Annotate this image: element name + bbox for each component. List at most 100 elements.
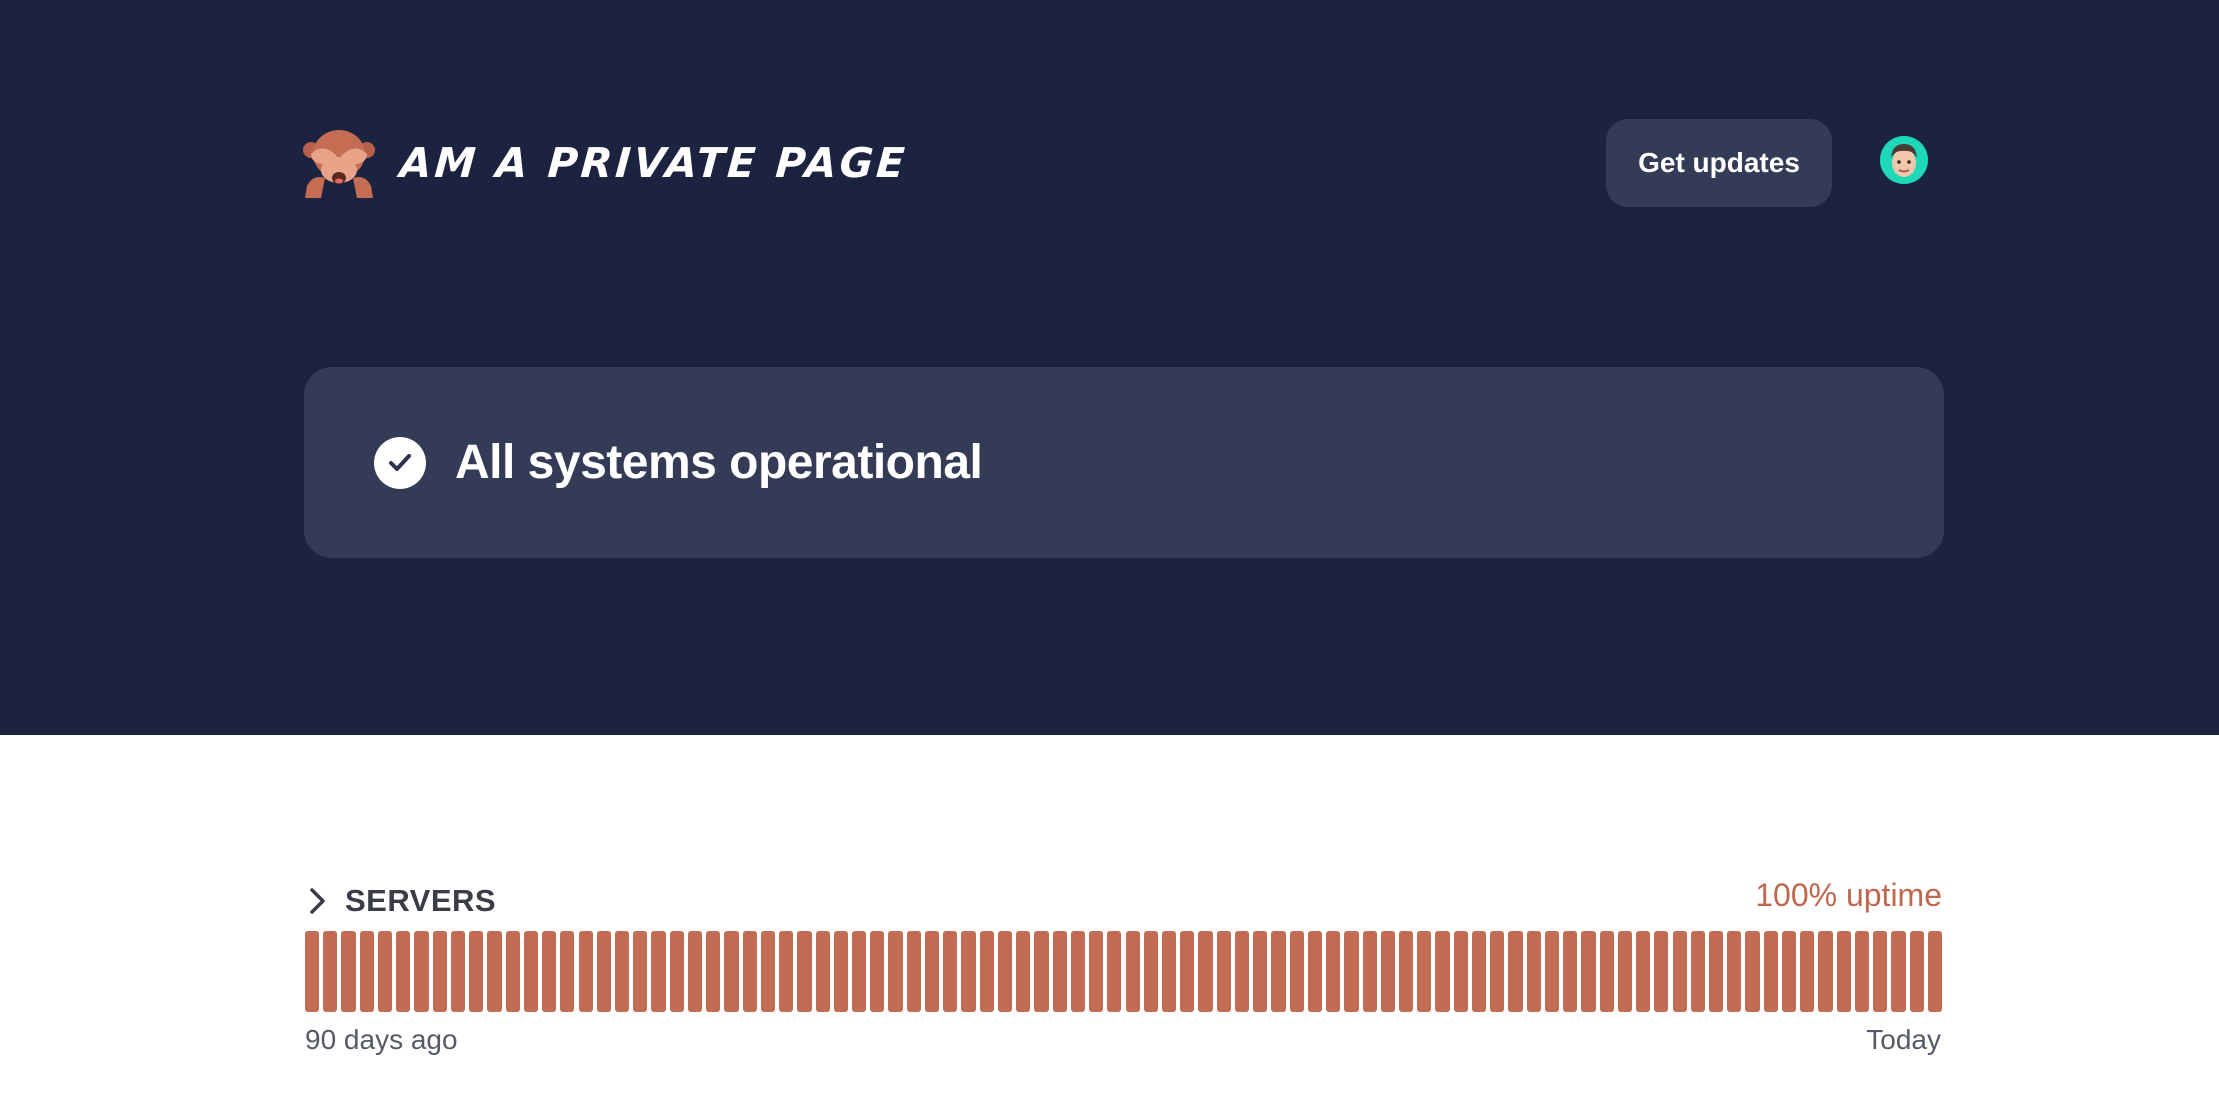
uptime-day-bar[interactable] — [469, 931, 484, 1012]
uptime-day-bar[interactable] — [669, 931, 684, 1012]
uptime-day-bar[interactable] — [1326, 931, 1341, 1012]
uptime-day-bar[interactable] — [760, 931, 776, 1012]
uptime-day-bar[interactable] — [815, 931, 830, 1012]
uptime-day-bar[interactable] — [1362, 931, 1377, 1012]
uptime-day-bar[interactable] — [1873, 931, 1888, 1012]
uptime-day-bar[interactable] — [1307, 931, 1323, 1012]
uptime-day-bar[interactable] — [888, 931, 903, 1012]
uptime-day-bar[interactable] — [1344, 931, 1359, 1012]
uptime-day-bar[interactable] — [1745, 931, 1760, 1012]
uptime-day-bar[interactable] — [1891, 931, 1906, 1012]
uptime-day-bar[interactable] — [1016, 931, 1031, 1012]
uptime-day-bar[interactable] — [1380, 931, 1395, 1012]
uptime-day-bar[interactable] — [1690, 931, 1705, 1012]
uptime-day-bar[interactable] — [414, 931, 429, 1012]
uptime-day-bar[interactable] — [377, 931, 393, 1012]
uptime-day-bar[interactable] — [1654, 931, 1669, 1012]
uptime-day-bar[interactable] — [1180, 931, 1195, 1012]
uptime-day-bar[interactable] — [432, 931, 447, 1012]
uptime-day-bar[interactable] — [1708, 931, 1724, 1012]
status-banner: All systems operational — [304, 367, 1944, 558]
uptime-day-bar[interactable] — [1526, 931, 1541, 1012]
uptime-day-bar[interactable] — [633, 931, 648, 1012]
uptime-day-bar[interactable] — [1271, 931, 1286, 1012]
uptime-day-bar[interactable] — [1471, 931, 1487, 1012]
uptime-day-bar[interactable] — [979, 931, 994, 1012]
uptime-day-bar[interactable] — [578, 931, 593, 1012]
uptime-day-bar[interactable] — [1909, 931, 1924, 1012]
uptime-day-bar[interactable] — [305, 931, 320, 1012]
uptime-day-bar[interactable] — [1781, 931, 1797, 1012]
uptime-day-bar[interactable] — [323, 931, 338, 1012]
uptime-day-bar[interactable] — [997, 931, 1013, 1012]
uptime-day-bar[interactable] — [724, 931, 739, 1012]
uptime-day-bar[interactable] — [523, 931, 539, 1012]
uptime-day-bar[interactable] — [1399, 931, 1414, 1012]
group-header-servers[interactable]: SERVERS 100% uptime — [305, 877, 1942, 920]
uptime-day-bar[interactable] — [1107, 931, 1122, 1012]
get-updates-button[interactable]: Get updates — [1606, 119, 1832, 207]
uptime-day-bar[interactable] — [906, 931, 921, 1012]
uptime-day-bar[interactable] — [487, 931, 502, 1012]
uptime-day-bar[interactable] — [943, 931, 958, 1012]
uptime-day-bar[interactable] — [706, 931, 721, 1012]
uptime-day-bar[interactable] — [852, 931, 867, 1012]
uptime-day-bar[interactable] — [542, 931, 557, 1012]
uptime-day-bar[interactable] — [560, 931, 575, 1012]
brand[interactable]: AM A PRIVATE PAGE — [303, 128, 910, 198]
uptime-day-bar[interactable] — [1617, 931, 1633, 1012]
uptime-day-bar[interactable] — [1599, 931, 1614, 1012]
uptime-day-bar[interactable] — [1581, 931, 1596, 1012]
uptime-day-bar[interactable] — [1672, 931, 1687, 1012]
uptime-day-bar[interactable] — [1453, 931, 1468, 1012]
uptime-day-bar[interactable] — [1034, 931, 1049, 1012]
uptime-day-bar[interactable] — [1636, 931, 1651, 1012]
uptime-day-bar[interactable] — [396, 931, 411, 1012]
uptime-day-bar[interactable] — [1854, 931, 1870, 1012]
chevron-right-icon[interactable] — [305, 886, 331, 916]
uptime-day-bar[interactable] — [961, 931, 976, 1012]
uptime-day-bar[interactable] — [1417, 931, 1432, 1012]
uptime-bar-chart — [305, 931, 1942, 1012]
uptime-day-bar[interactable] — [1818, 931, 1833, 1012]
uptime-day-bar[interactable] — [1289, 931, 1304, 1012]
memoji-avatar-icon[interactable] — [1880, 136, 1928, 184]
uptime-day-bar[interactable] — [1435, 931, 1450, 1012]
uptime-day-bar[interactable] — [1563, 931, 1578, 1012]
uptime-day-bar[interactable] — [1143, 931, 1158, 1012]
uptime-day-bar[interactable] — [505, 931, 520, 1012]
uptime-day-bar[interactable] — [1216, 931, 1231, 1012]
uptime-day-bar[interactable] — [1544, 931, 1560, 1012]
uptime-day-bar[interactable] — [450, 931, 466, 1012]
uptime-day-bar[interactable] — [779, 931, 794, 1012]
uptime-day-bar[interactable] — [833, 931, 848, 1012]
uptime-day-bar[interactable] — [797, 931, 812, 1012]
uptime-day-bar[interactable] — [687, 931, 703, 1012]
uptime-day-bar[interactable] — [742, 931, 757, 1012]
uptime-day-bar[interactable] — [1052, 931, 1067, 1012]
uptime-day-bar[interactable] — [1070, 931, 1086, 1012]
uptime-day-bar[interactable] — [1927, 931, 1942, 1012]
uptime-day-bar[interactable] — [924, 931, 940, 1012]
uptime-day-bar[interactable] — [359, 931, 374, 1012]
uptime-day-bar[interactable] — [341, 931, 356, 1012]
page-title: AM A PRIVATE PAGE — [398, 139, 910, 187]
uptime-day-bar[interactable] — [596, 931, 611, 1012]
uptime-day-bar[interactable] — [1727, 931, 1742, 1012]
uptime-day-bar[interactable] — [1253, 931, 1268, 1012]
uptime-day-bar[interactable] — [1763, 931, 1778, 1012]
uptime-day-bar[interactable] — [1508, 931, 1523, 1012]
uptime-day-bar[interactable] — [1089, 931, 1104, 1012]
uptime-day-bar[interactable] — [651, 931, 666, 1012]
uptime-day-bar[interactable] — [1125, 931, 1140, 1012]
uptime-day-bar[interactable] — [1836, 931, 1851, 1012]
uptime-day-bar[interactable] — [1800, 931, 1815, 1012]
uptime-day-bar[interactable] — [1161, 931, 1177, 1012]
see-no-evil-monkey-icon — [303, 128, 375, 198]
uptime-day-bar[interactable] — [1234, 931, 1250, 1012]
uptime-day-bar[interactable] — [614, 931, 630, 1012]
range-end-label: Today — [1866, 1024, 1941, 1055]
uptime-day-bar[interactable] — [870, 931, 885, 1012]
uptime-day-bar[interactable] — [1490, 931, 1505, 1012]
uptime-day-bar[interactable] — [1198, 931, 1213, 1012]
